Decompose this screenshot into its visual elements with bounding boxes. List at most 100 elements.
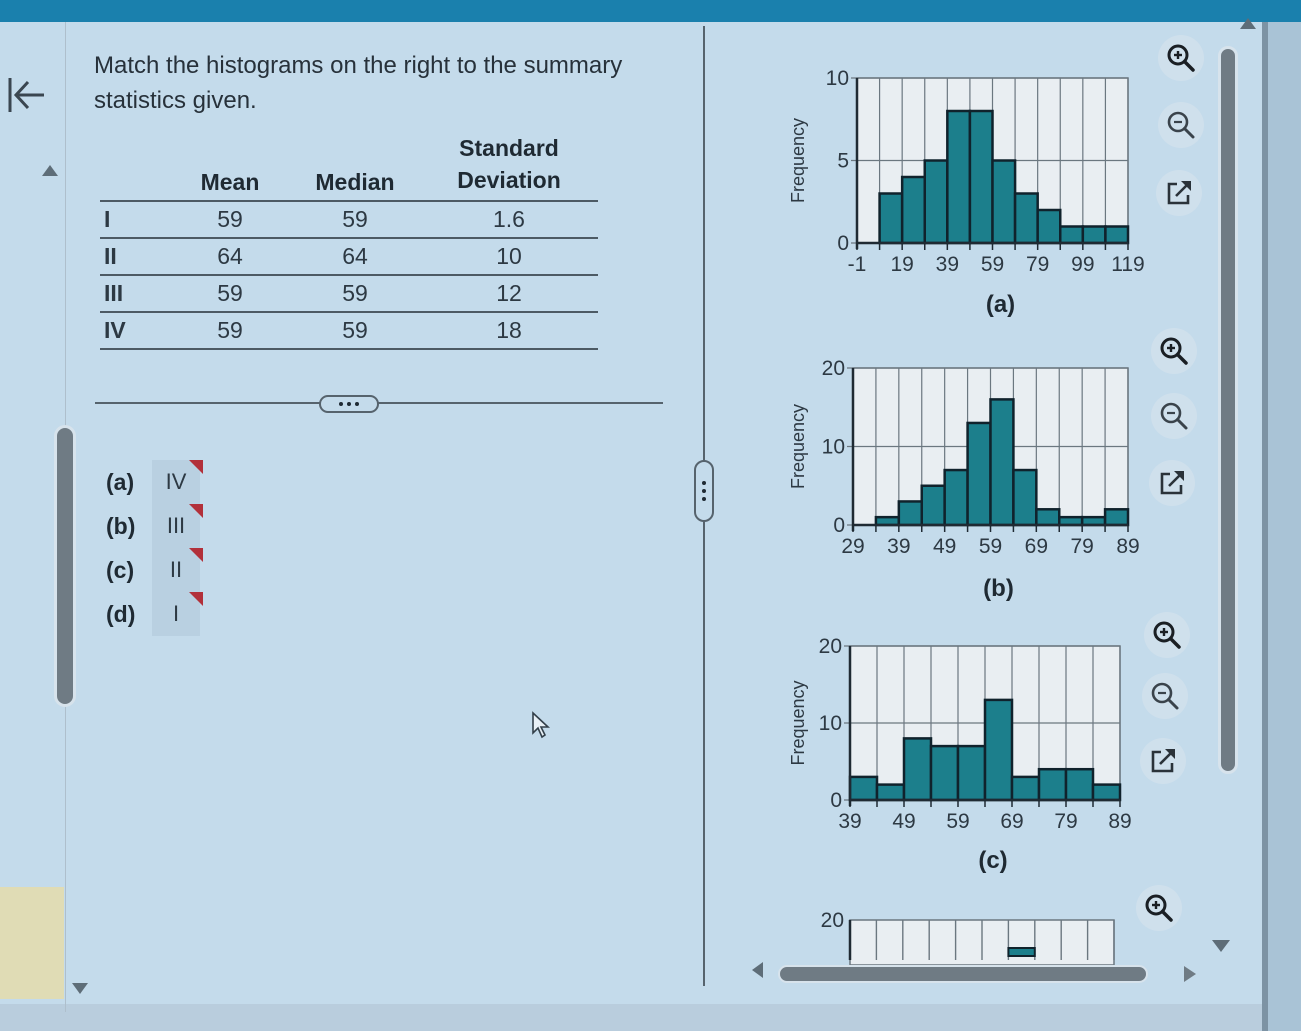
y-tick-label: 0 — [833, 514, 845, 537]
row-label: IV — [100, 312, 170, 350]
histogram-caption: (b) — [983, 575, 1014, 602]
yellow-note-panel — [0, 887, 64, 999]
window-right-edge — [1262, 22, 1301, 1031]
open-new-window-button-c[interactable] — [1140, 738, 1186, 784]
scroll-down-arrow-left[interactable] — [72, 983, 88, 994]
histogram-b: 0 10 20 29 39 49 59 69 79 89 Frequency (b) — [780, 352, 1160, 617]
histogram-bar — [923, 159, 949, 245]
mean-cell: 59 — [170, 275, 290, 313]
answer-dropdown-c[interactable]: II — [152, 548, 203, 592]
zoom-in-button-c[interactable] — [1144, 612, 1190, 658]
y-tick-label: 10 — [826, 67, 849, 90]
header-blank — [100, 128, 170, 202]
scroll-down-arrow-right[interactable] — [1212, 940, 1230, 952]
x-tick-label: 69 — [1025, 535, 1048, 558]
histogram-bar — [983, 698, 1014, 802]
horizontal-scrollbar[interactable] — [778, 965, 1148, 983]
zoom-in-icon — [1145, 894, 1173, 922]
sd-cell: 12 — [420, 275, 598, 313]
horizontal-splitter-handle[interactable] — [319, 395, 379, 413]
histogram-bar — [991, 159, 1017, 245]
histogram-bar — [848, 775, 879, 802]
answer-row-c: (c) II — [106, 548, 203, 592]
mean-cell: 64 — [170, 238, 290, 276]
y-tick-label: 20 — [821, 909, 844, 932]
x-tick-label: 39 — [887, 535, 910, 558]
zoom-out-button-b[interactable] — [1151, 393, 1197, 439]
x-tick-label: 59 — [946, 810, 969, 833]
x-tick-label: 79 — [1026, 253, 1049, 276]
incorrect-flag-icon — [189, 504, 203, 518]
zoom-in-button-a[interactable] — [1158, 35, 1204, 81]
right-vertical-scrollbar[interactable] — [1218, 46, 1238, 774]
y-axis-label: Frequency — [788, 404, 808, 489]
histogram-bar — [900, 175, 926, 245]
histogram-caption: (c) — [978, 847, 1007, 874]
scroll-up-arrow-left[interactable] — [42, 165, 58, 176]
header-standard-deviation: Standard Deviation — [420, 128, 598, 202]
zoom-in-icon — [1153, 621, 1181, 649]
table-row: IV 59 59 18 — [100, 312, 598, 350]
histogram-d-partial: 20 — [780, 900, 1160, 966]
external-link-icon — [1167, 181, 1191, 205]
zoom-out-icon — [1151, 682, 1179, 710]
sd-cell: 1.6 — [420, 201, 598, 239]
left-vertical-scrollbar[interactable] — [54, 425, 76, 707]
row-label: III — [100, 275, 170, 313]
answer-label: (c) — [106, 556, 135, 583]
histogram-bar — [968, 109, 994, 245]
y-axis-label: Frequency — [788, 680, 808, 765]
scroll-right-arrow[interactable] — [1184, 966, 1196, 982]
answer-value: III — [166, 513, 186, 538]
median-cell: 59 — [290, 312, 420, 350]
zoom-out-button-a[interactable] — [1158, 102, 1204, 148]
window-bottom-bar — [0, 1004, 1262, 1031]
histogram-bar — [966, 421, 992, 527]
answer-dropdown-a[interactable]: IV — [152, 460, 203, 504]
histogram-bar — [1064, 767, 1095, 802]
vertical-splitter-handle[interactable] — [694, 460, 714, 522]
answer-label: (b) — [106, 512, 136, 539]
histogram-bar — [1036, 208, 1062, 245]
zoom-in-button-b[interactable] — [1151, 328, 1197, 374]
histogram-bar — [943, 468, 969, 527]
incorrect-flag-icon — [189, 592, 203, 606]
y-tick-label: 0 — [830, 789, 842, 812]
histogram-bar — [1013, 192, 1039, 245]
answer-row-b: (b) III — [106, 504, 203, 548]
zoom-in-icon — [1167, 44, 1195, 72]
table-row: III 59 59 12 — [100, 275, 598, 313]
zoom-out-button-c[interactable] — [1142, 673, 1188, 719]
external-link-icon — [1151, 749, 1175, 773]
histogram-bar — [1010, 775, 1041, 802]
mean-cell: 59 — [170, 201, 290, 239]
histogram-caption: (a) — [986, 291, 1015, 318]
row-label: I — [100, 201, 170, 239]
zoom-out-icon — [1160, 402, 1188, 430]
histogram-bar — [1103, 508, 1130, 527]
histogram-bar — [1059, 225, 1085, 245]
incorrect-flag-icon — [189, 460, 203, 474]
y-tick-label: 20 — [822, 357, 845, 380]
histogram-d-svg: 20 — [821, 909, 1115, 966]
x-tick-label: 69 — [1000, 810, 1023, 833]
histogram-bar — [1037, 767, 1068, 802]
header-mean: Mean — [170, 128, 290, 202]
collapse-back-button[interactable] — [6, 72, 46, 118]
zoom-in-button-d[interactable] — [1136, 885, 1182, 931]
open-new-window-button-a[interactable] — [1156, 170, 1202, 216]
median-cell: 64 — [290, 238, 420, 276]
answer-dropdown-b[interactable]: III — [152, 504, 203, 548]
answer-value: I — [172, 601, 180, 626]
histogram-bar — [1035, 508, 1061, 527]
open-new-window-button-b[interactable] — [1149, 460, 1195, 506]
zoom-in-icon — [1160, 337, 1188, 365]
histogram-bar — [878, 192, 904, 245]
scroll-left-arrow[interactable] — [752, 962, 763, 978]
sd-cell: 18 — [420, 312, 598, 350]
answer-label: (a) — [106, 468, 135, 495]
scroll-up-arrow-right[interactable] — [1240, 18, 1256, 29]
answer-value: II — [169, 557, 183, 582]
answer-dropdown-d[interactable]: I — [152, 592, 203, 636]
histogram-a-svg: 0 5 10 -1 19 39 59 79 99 119 Frequency (a) — [788, 67, 1145, 318]
